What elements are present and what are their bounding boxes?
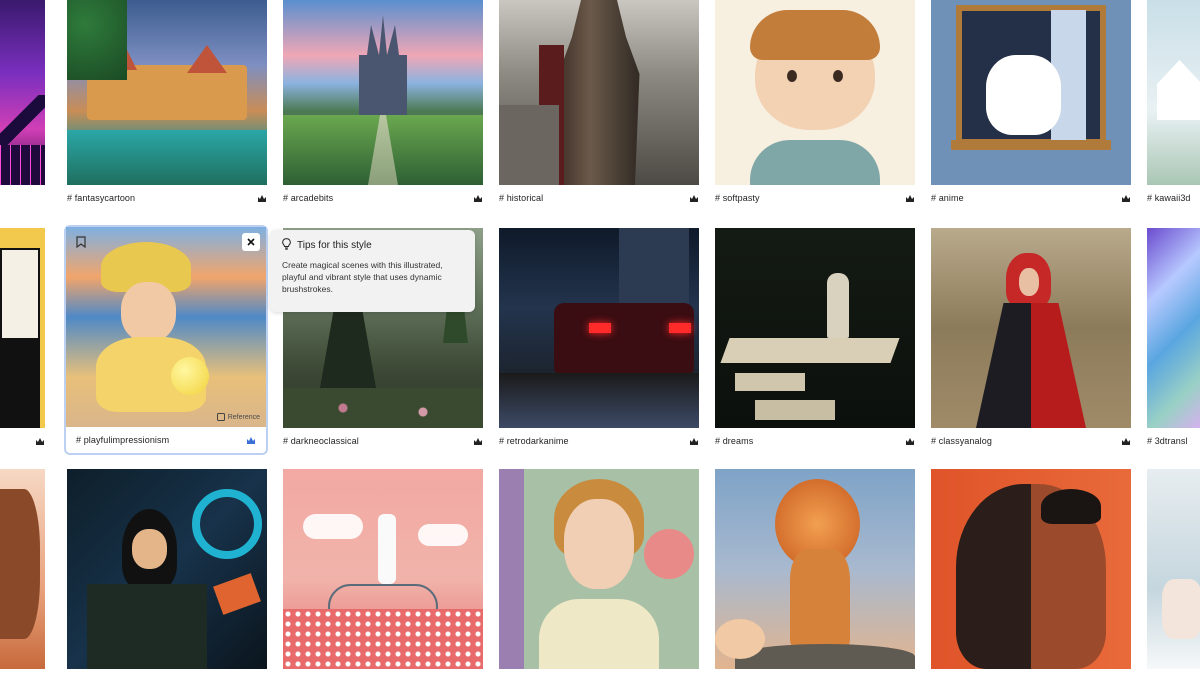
style-card-3dtranslucent[interactable]: # 3dtransl: [1147, 228, 1200, 454]
style-thumbnail[interactable]: [0, 228, 45, 428]
style-tag[interactable]: # arcadebits: [283, 193, 333, 203]
style-thumbnail[interactable]: [67, 0, 267, 185]
style-card-fantasycartoon[interactable]: # fantasycartoon: [67, 0, 267, 211]
style-label-row: # retrodarkanime: [499, 428, 699, 454]
style-tag[interactable]: # classyanalog: [931, 436, 992, 446]
style-tag[interactable]: # softpasty: [715, 193, 760, 203]
crown-icon: [689, 437, 699, 446]
style-tag[interactable]: # historical: [499, 193, 543, 203]
style-card-portrait-warm[interactable]: [0, 469, 45, 669]
crown-icon: [246, 436, 256, 445]
style-thumbnail[interactable]: [715, 0, 915, 185]
style-label-row: # kawaii3d: [1147, 185, 1200, 211]
style-thumbnail[interactable]: [715, 228, 915, 428]
style-label-row: # classyanalog: [931, 428, 1131, 454]
style-tag[interactable]: # 3dtransl: [1147, 436, 1188, 446]
style-label-row: # dreams: [715, 428, 915, 454]
crown-icon: [473, 194, 483, 203]
style-card-lion[interactable]: [715, 469, 915, 669]
style-thumbnail[interactable]: Reference: [66, 227, 266, 427]
style-card-classyanalog[interactable]: # classyanalog: [931, 228, 1131, 454]
style-thumbnail[interactable]: [1147, 228, 1200, 428]
style-thumbnail[interactable]: [0, 0, 45, 185]
style-label-row: # softpasty: [715, 185, 915, 211]
crown-icon: [905, 194, 915, 203]
tooltip-body: Create magical scenes with this illustra…: [282, 260, 443, 294]
style-label-row: # playfulimpressionism: [66, 427, 266, 453]
style-thumbnail[interactable]: [67, 469, 267, 669]
tooltip-title: Tips for this style: [297, 240, 372, 251]
style-card-historical[interactable]: # historical: [499, 0, 699, 211]
style-card-comic[interactable]: [0, 228, 45, 454]
style-thumbnail[interactable]: [499, 469, 699, 669]
style-tag[interactable]: # anime: [931, 193, 964, 203]
style-tips-tooltip: Tips for this style Create magical scene…: [270, 230, 475, 312]
style-card-duotone-portrait[interactable]: [931, 469, 1131, 669]
crown-icon: [257, 194, 267, 203]
style-label-row: # 3dtransl: [1147, 428, 1200, 454]
style-thumbnail[interactable]: [1147, 469, 1200, 669]
style-tag[interactable]: # retrodarkanime: [499, 436, 569, 446]
style-card-synthwave[interactable]: [0, 0, 45, 185]
style-label-row: # anime: [931, 185, 1131, 211]
style-thumbnail[interactable]: [931, 469, 1131, 669]
style-card-retrodarkanime[interactable]: # retrodarkanime: [499, 228, 699, 454]
style-card-kawaii3d[interactable]: # kawaii3d: [1147, 0, 1200, 211]
style-card-arcadebits[interactable]: # arcadebits: [283, 0, 483, 211]
style-tag[interactable]: # fantasycartoon: [67, 193, 135, 203]
style-thumbnail[interactable]: [931, 228, 1131, 428]
style-card-retro-portrait[interactable]: [499, 469, 699, 669]
style-tag[interactable]: # kawaii3d: [1147, 193, 1191, 203]
crown-icon: [1121, 437, 1131, 446]
style-card-dreams[interactable]: # dreams: [715, 228, 915, 454]
crown-icon: [689, 194, 699, 203]
style-tag[interactable]: # dreams: [715, 436, 753, 446]
style-label-row: # fantasycartoon: [67, 185, 267, 211]
style-card-playfulimpressionism[interactable]: Reference # playfulimpressionism: [64, 225, 268, 455]
style-card-snow[interactable]: [1147, 469, 1200, 669]
style-thumbnail[interactable]: [283, 0, 483, 185]
crown-icon: [1121, 194, 1131, 203]
style-thumbnail[interactable]: [0, 469, 45, 669]
style-thumbnail[interactable]: [1147, 0, 1200, 185]
style-label-row: # arcadebits: [283, 185, 483, 211]
reference-badge: Reference: [216, 413, 260, 421]
style-thumbnail[interactable]: [283, 469, 483, 669]
lightbulb-icon: [282, 238, 291, 253]
style-card-pink-field[interactable]: [283, 469, 483, 669]
crown-icon: [35, 437, 45, 446]
style-thumbnail[interactable]: [499, 0, 699, 185]
style-card-anime[interactable]: # anime: [931, 0, 1131, 211]
reference-label: Reference: [227, 413, 260, 421]
crown-icon: [905, 437, 915, 446]
style-label-row: # darkneoclassical: [283, 428, 483, 454]
crown-icon: [473, 437, 483, 446]
style-thumbnail[interactable]: [499, 228, 699, 428]
style-thumbnail[interactable]: [931, 0, 1131, 185]
style-card-cyber-anime[interactable]: [67, 469, 267, 669]
bookmark-icon[interactable]: [72, 233, 90, 251]
style-card-softpasty[interactable]: # softpasty: [715, 0, 915, 211]
style-label-row: # historical: [499, 185, 699, 211]
style-tag[interactable]: # darkneoclassical: [283, 436, 359, 446]
style-thumbnail[interactable]: [715, 469, 915, 669]
close-icon[interactable]: [242, 233, 260, 251]
style-label-row: [0, 428, 45, 454]
style-tag[interactable]: # playfulimpressionism: [76, 435, 169, 445]
